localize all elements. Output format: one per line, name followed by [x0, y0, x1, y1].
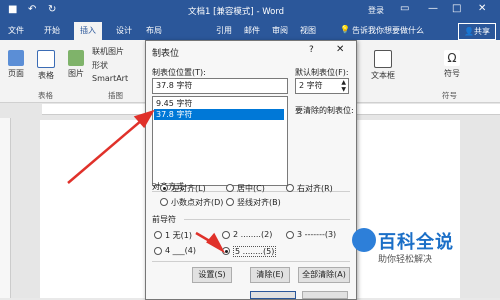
watermark-title: 百科全说: [378, 232, 454, 253]
arrow-head: [206, 232, 226, 254]
arrow-to-list: [67, 119, 143, 184]
watermark-logo-icon: [352, 228, 376, 252]
watermark-subtitle: 助你轻松解决: [378, 255, 433, 265]
